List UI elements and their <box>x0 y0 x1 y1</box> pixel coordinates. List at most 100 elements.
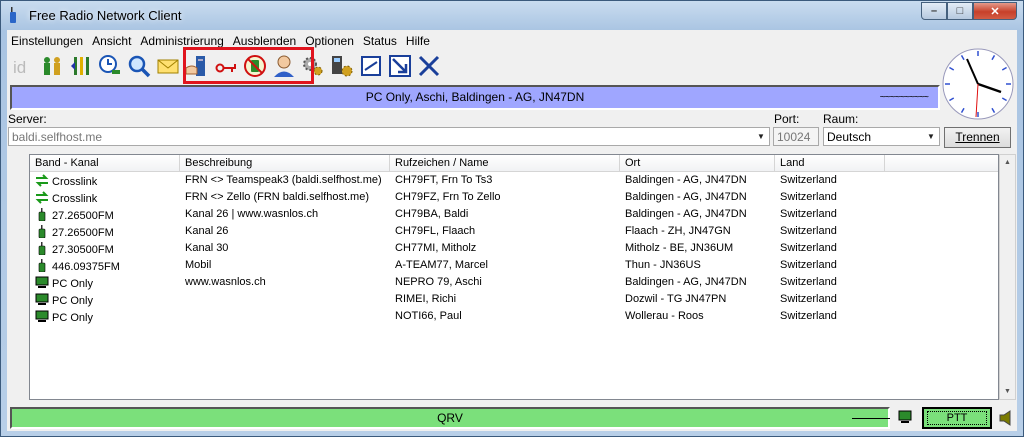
room-value: Deutsch <box>827 130 872 144</box>
cell-ort: Baldingen - AG, JN47DN <box>620 172 775 189</box>
cell-text: NEPRO 79, Aschi <box>395 276 482 288</box>
port-label: Port: <box>774 112 800 126</box>
cell-text: Kanal 26 | www.wasnlos.ch <box>185 208 319 220</box>
cell-text: Switzerland <box>780 208 837 220</box>
cell-ort: Mitholz - BE, JN36UM <box>620 240 775 257</box>
table-row[interactable]: 27.26500FM Kanal 26 CH79FL, Flaach Flaach -… <box>30 223 998 240</box>
cell-desc: www.wasnlos.ch <box>180 274 390 291</box>
cell-text: Switzerland <box>780 191 837 203</box>
cell-text: 27.26500FM <box>52 227 114 239</box>
cell-band: 446.09375FM <box>30 257 180 274</box>
menu-status[interactable]: Status <box>359 32 402 50</box>
cell-band: Crosslink <box>30 189 180 206</box>
cell-land: Switzerland <box>775 223 885 240</box>
cell-land: Switzerland <box>775 189 885 206</box>
cell-text: PC Only <box>52 278 93 290</box>
cell-call: CH79FT, Frn To Ts3 <box>390 172 620 189</box>
ptt-label: PTT <box>946 412 968 424</box>
room-select[interactable]: Deutsch ▼ <box>823 127 940 146</box>
cell-text: Switzerland <box>780 276 837 288</box>
server-combo[interactable]: baldi.selfhost.me ▼ <box>8 127 770 146</box>
crosslink-icon <box>35 191 52 205</box>
mail-icon[interactable] <box>154 52 181 79</box>
menu-hilfe[interactable]: Hilfe <box>402 32 435 50</box>
maximize-button[interactable]: □ <box>947 2 973 20</box>
cell-band: PC Only <box>30 308 180 325</box>
column-header[interactable]: Beschreibung <box>180 155 390 171</box>
cell-land: Switzerland <box>775 291 885 308</box>
cell-text: Switzerland <box>780 225 837 237</box>
cell-text: Switzerland <box>780 174 837 186</box>
magnifier-icon[interactable] <box>125 52 152 79</box>
cell-text: Crosslink <box>52 193 98 205</box>
cell-text: Crosslink <box>52 176 98 188</box>
menu-ansicht[interactable]: Ansicht <box>88 32 136 50</box>
table-row[interactable]: PC Only www.wasnlos.ch NEPRO 79, Aschi Bald… <box>30 274 998 291</box>
speaker-icon[interactable] <box>999 410 1013 426</box>
cell-text: Baldingen - AG, JN47DN <box>625 208 747 220</box>
cell-text: Flaach - ZH, JN47GN <box>625 225 731 237</box>
close-button[interactable]: ✕ <box>973 2 1017 20</box>
scroll-down-icon[interactable]: ▼ <box>1000 384 1015 399</box>
scroll-up-icon[interactable]: ▲ <box>1000 155 1015 170</box>
people-icon[interactable] <box>38 52 65 79</box>
table-row[interactable]: 446.09375FM Mobil A-TEAM77, Marcel Thun - J… <box>30 257 998 274</box>
column-header[interactable]: Band - Kanal <box>30 155 180 171</box>
column-header[interactable]: Ort <box>620 155 775 171</box>
chevron-down-icon[interactable]: ▼ <box>753 128 769 145</box>
cell-call: CH79FL, Flaach <box>390 223 620 240</box>
menu-einstellungen[interactable]: Einstellungen <box>7 32 88 50</box>
cell-text: Kanal 26 <box>185 225 229 237</box>
table-row[interactable]: Crosslink FRN <> Teamspeak3 (baldi.selfho… <box>30 172 998 189</box>
cell-text: Switzerland <box>780 259 837 271</box>
table-body: Crosslink FRN <> Teamspeak3 (baldi.selfho… <box>30 172 998 325</box>
clock-search-icon[interactable] <box>96 52 123 79</box>
id-icon[interactable]: id <box>9 52 36 79</box>
status-bottom-text: QRV <box>437 411 463 425</box>
monitor-icon[interactable] <box>357 52 384 79</box>
radio-icon <box>35 242 52 256</box>
resize-icon[interactable] <box>386 52 413 79</box>
ptt-button[interactable]: PTT <box>922 407 992 429</box>
computer-gear-icon[interactable] <box>328 52 355 79</box>
title-bar[interactable]: Free Radio Network Client – □ ✕ <box>1 1 1023 29</box>
table-row[interactable]: Crosslink FRN <> Zello (FRN baldi.selfhos… <box>30 189 998 206</box>
port-field[interactable]: 10024 <box>773 127 819 146</box>
cell-text: Baldingen - AG, JN47DN <box>625 276 747 288</box>
radio-icon <box>35 208 52 222</box>
disconnect-label: Trennen <box>955 130 1000 144</box>
table-row[interactable]: PC Only RIMEI, Richi Dozwil - TG JN47PN Swi… <box>30 291 998 308</box>
pc-icon <box>35 310 52 324</box>
column-header[interactable]: Rufzeichen / Name <box>390 155 620 171</box>
disconnect-button[interactable]: Trennen <box>944 127 1011 148</box>
cell-text: CH79FT, Frn To Ts3 <box>395 174 493 186</box>
cell-band: Crosslink <box>30 172 180 189</box>
cell-ort: Baldingen - AG, JN47DN <box>620 206 775 223</box>
svg-text:id: id <box>13 58 26 77</box>
column-header[interactable]: Land <box>775 155 885 171</box>
user-list[interactable]: Band - Kanal Beschreibung Rufzeichen / Nam… <box>29 154 999 400</box>
cell-text: CH77MI, Mitholz <box>395 242 477 254</box>
cell-band: PC Only <box>30 291 180 308</box>
cell-text: RIMEI, Richi <box>395 293 457 305</box>
cell-call: NEPRO 79, Aschi <box>390 274 620 291</box>
clock-icon <box>942 48 1014 120</box>
tuning-icon[interactable] <box>67 52 94 79</box>
vertical-scrollbar[interactable]: ▲ ▼ <box>999 154 1016 400</box>
cell-land: Switzerland <box>775 257 885 274</box>
table-row[interactable]: PC Only NOTI66, Paul Wollerau - Roos Switze… <box>30 308 998 325</box>
table-row[interactable]: 27.30500FM Kanal 30 CH77MI, Mitholz Mitholz… <box>30 240 998 257</box>
cell-text: CH79FZ, Frn To Zello <box>395 191 501 203</box>
cell-ort: Thun - JN36US <box>620 257 775 274</box>
cell-text: Wollerau - Roos <box>625 310 704 322</box>
cell-desc: Mobil <box>180 257 390 274</box>
radio-icon <box>35 225 52 239</box>
cell-text: www.wasnlos.ch <box>185 276 266 288</box>
chevron-down-icon[interactable]: ▼ <box>923 128 939 145</box>
cell-text: CH79FL, Flaach <box>395 225 476 237</box>
table-row[interactable]: 27.26500FM Kanal 26 | www.wasnlos.ch CH79B… <box>30 206 998 223</box>
cell-land: Switzerland <box>775 274 885 291</box>
cell-desc: FRN <> Zello (FRN baldi.selfhost.me) <box>180 189 390 206</box>
minimize-button[interactable]: – <box>921 2 947 20</box>
close-x-icon[interactable] <box>415 52 442 79</box>
